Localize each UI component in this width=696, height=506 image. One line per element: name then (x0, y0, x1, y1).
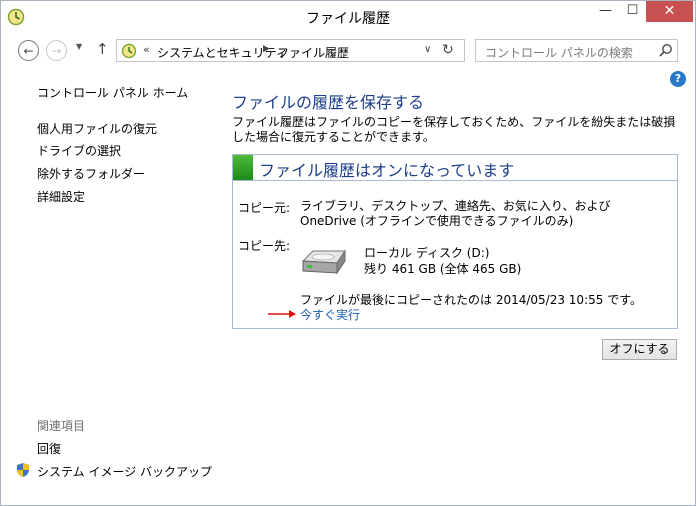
red-arrow-icon (268, 310, 296, 318)
turn-off-button[interactable]: オフにする (602, 339, 677, 360)
sidebar-control-panel-home[interactable]: コントロール パネル ホーム (37, 84, 188, 101)
related-items-header: 関連項目 (37, 419, 86, 433)
file-history-window: ファイル履歴 — ☐ ✕ ← → ▼ ↑ « システムとセキュリティ ▶ ファイ… (0, 0, 696, 506)
breadcrumb-file-history[interactable]: ファイル履歴 (277, 44, 349, 61)
back-button[interactable]: ← (18, 40, 39, 61)
page-title: ファイルの履歴を保存する (232, 93, 425, 112)
recent-locations-button[interactable]: ▼ (76, 42, 82, 51)
status-title: ファイル履歴はオンになっています (259, 161, 515, 180)
maximize-button[interactable]: ☐ (619, 1, 646, 22)
copy-from-value: ライブラリ、デスクトップ、連絡先、お気に入り、および OneDrive (オフラ… (300, 199, 611, 228)
minimize-button[interactable]: — (592, 1, 619, 22)
up-button[interactable]: ↑ (96, 40, 109, 58)
copy-to-label: コピー先: (238, 239, 291, 253)
hard-drive-icon (301, 249, 346, 275)
close-button[interactable]: ✕ (646, 1, 693, 22)
status-indicator (233, 155, 253, 180)
breadcrumb-overflow-icon[interactable]: « (143, 43, 150, 56)
navigation-bar: ← → ▼ ↑ « システムとセキュリティ ▶ ファイル履歴 ∨ ↻ コントロー… (1, 32, 695, 68)
sidebar-item-exclude-folders[interactable]: 除外するフォルダー (37, 165, 145, 182)
title-bar: ファイル履歴 — ☐ ✕ (1, 1, 695, 32)
breadcrumb-separator-icon[interactable]: ▶ (263, 44, 270, 54)
sidebar-item-select-drive[interactable]: ドライブの選択 (37, 142, 121, 159)
copy-from-label: コピー元: (238, 201, 291, 215)
drive-name: ローカル ディスク (D:) (364, 246, 490, 260)
help-icon[interactable]: ? (670, 71, 686, 87)
sidebar-item-system-image-backup[interactable]: システム イメージ バックアップ (37, 463, 212, 480)
status-header: ファイル履歴はオンになっています (233, 155, 677, 181)
sidebar-item-advanced-settings[interactable]: 詳細設定 (37, 188, 85, 205)
file-history-icon (121, 43, 137, 59)
forward-button[interactable]: → (46, 40, 67, 61)
window-title: ファイル履歴 (306, 11, 390, 27)
search-icon (659, 44, 672, 57)
back-arrow-icon: ← (23, 43, 34, 58)
sidebar-item-restore-files[interactable]: 個人用ファイルの復元 (37, 120, 157, 137)
run-now-link[interactable]: 今すぐ実行 (300, 306, 360, 323)
forward-arrow-icon: → (51, 43, 62, 58)
drive-space: 残り 461 GB (全体 465 GB) (364, 262, 522, 276)
search-box[interactable]: コントロール パネルの検索 (475, 39, 678, 62)
status-panel: ファイル履歴はオンになっています コピー元: ライブラリ、デスクトップ、連絡先、… (232, 154, 678, 329)
uac-shield-icon (17, 463, 29, 477)
address-dropdown-icon[interactable]: ∨ (424, 44, 431, 55)
refresh-button[interactable]: ↻ (442, 42, 454, 58)
sidebar-item-recovery[interactable]: 回復 (37, 440, 61, 457)
page-description: ファイル履歴はファイルのコピーを保存しておくため、ファイルを紛失または破損した場… (232, 115, 676, 144)
search-placeholder: コントロール パネルの検索 (485, 46, 633, 60)
address-bar[interactable]: « システムとセキュリティ ▶ ファイル履歴 ∨ ↻ (116, 39, 465, 62)
